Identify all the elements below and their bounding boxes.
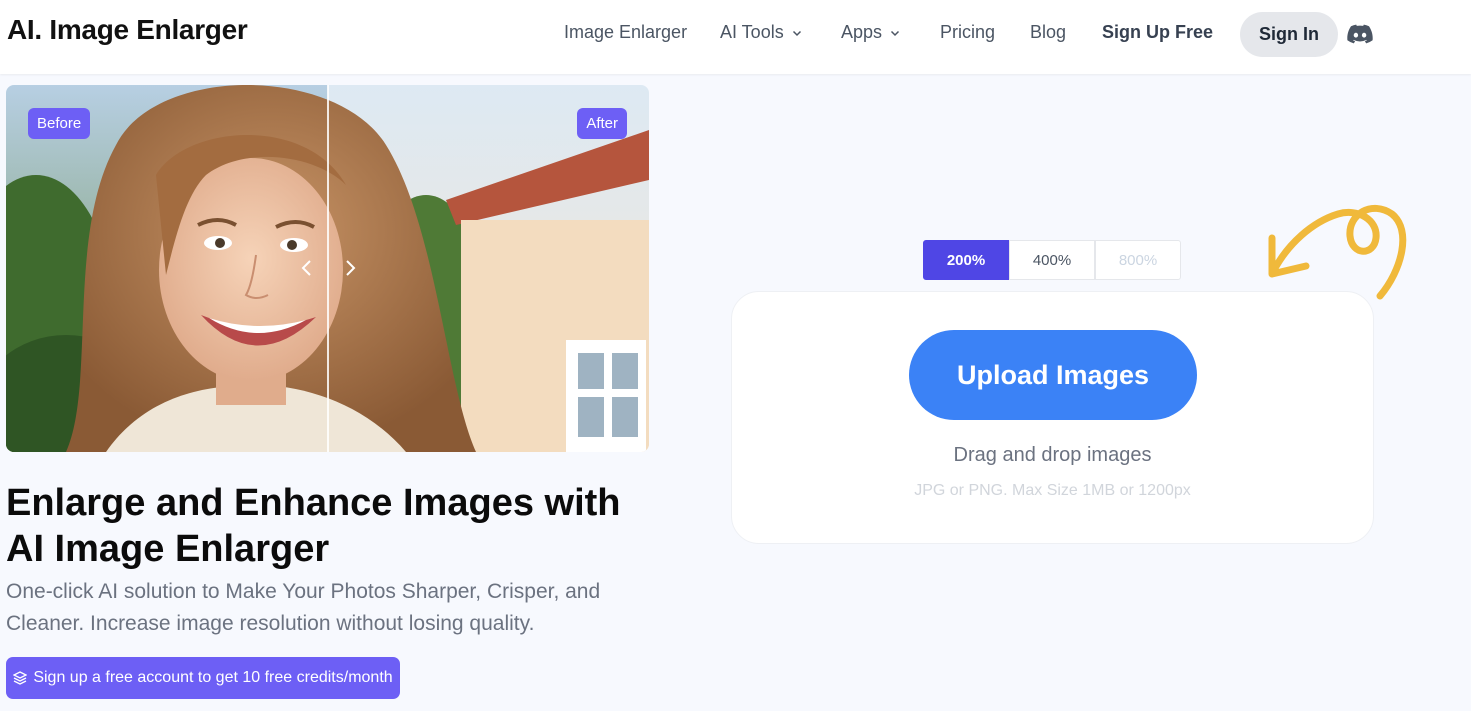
nav-image-enlarger[interactable]: Image Enlarger bbox=[564, 22, 687, 43]
site-header: AI. Image Enlarger Image Enlarger AI Too… bbox=[0, 0, 1471, 74]
drag-drop-text: Drag and drop images bbox=[953, 444, 1152, 466]
before-after-comparison[interactable]: Before After bbox=[6, 85, 649, 452]
nav-ai-tools[interactable]: AI Tools bbox=[720, 22, 802, 43]
scale-option-400[interactable]: 400% bbox=[1009, 240, 1095, 280]
curly-arrow-icon bbox=[1268, 205, 1407, 300]
upload-images-button[interactable]: Upload Images bbox=[909, 330, 1197, 420]
hero-title: Enlarge and Enhance Images with AI Image… bbox=[6, 482, 621, 570]
nav-label: Image Enlarger bbox=[564, 22, 688, 42]
free-credits-button[interactable]: Sign up a free account to get 10 free cr… bbox=[6, 657, 400, 699]
scale-selector: 200% 400% 800% bbox=[923, 240, 1181, 280]
discord-icon[interactable] bbox=[1347, 24, 1373, 44]
nav-pricing[interactable]: Pricing bbox=[940, 22, 995, 43]
comparison-slider-handle[interactable] bbox=[327, 85, 329, 452]
nav-label: Apps bbox=[841, 22, 883, 42]
chevron-left-icon[interactable] bbox=[300, 259, 314, 277]
layers-icon bbox=[13, 671, 28, 685]
site-logo[interactable]: AI. Image Enlarger bbox=[7, 14, 248, 46]
after-badge: After bbox=[577, 108, 627, 139]
scale-option-800[interactable]: 800% bbox=[1095, 240, 1181, 280]
nav-label: Blog bbox=[1030, 22, 1067, 42]
free-credits-label: Sign up a free account to get 10 free cr… bbox=[33, 669, 393, 686]
chevron-down-icon bbox=[792, 30, 801, 36]
nav-label: AI Tools bbox=[720, 22, 784, 42]
chevron-right-icon[interactable] bbox=[343, 259, 357, 277]
nav-blog[interactable]: Blog bbox=[1030, 22, 1066, 43]
sign-up-free-link[interactable]: Sign Up Free bbox=[1102, 22, 1213, 43]
upload-dropzone[interactable]: Upload Images Drag and drop images JPG o… bbox=[731, 291, 1374, 544]
hero-subtitle: One-click AI solution to Make Your Photo… bbox=[6, 580, 601, 635]
chevron-down-icon bbox=[891, 30, 900, 36]
sign-in-button[interactable]: Sign In bbox=[1240, 12, 1338, 57]
before-badge: Before bbox=[28, 108, 91, 139]
nav-label: Pricing bbox=[940, 22, 996, 42]
nav-apps[interactable]: Apps bbox=[841, 22, 900, 43]
scale-option-200[interactable]: 200% bbox=[923, 240, 1009, 280]
file-requirements-hint: JPG or PNG. Max Size 1MB or 1200px bbox=[914, 482, 1191, 499]
